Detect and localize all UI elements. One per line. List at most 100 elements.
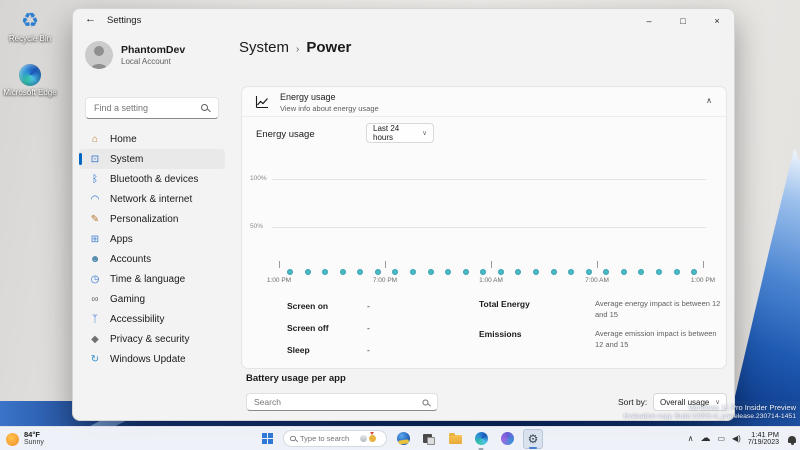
x-axis-tick [491, 261, 492, 268]
tray-date: 7/19/2023 [747, 439, 779, 447]
search-highlight-icon [360, 435, 367, 442]
watermark-line1: Windows 11 Pro Insider Preview [688, 403, 796, 412]
battery-search-input[interactable] [254, 394, 414, 410]
sidebar-item-label: Bluetooth & devices [110, 173, 199, 185]
stat-description: Average emission impact is between 12 an… [595, 329, 717, 349]
home-icon: ⌂ [91, 133, 99, 145]
start-button[interactable] [257, 429, 277, 449]
content-pane: System › Power Energy usage View info ab… [231, 33, 734, 420]
sidebar-item-privacy-security[interactable]: ◆ Privacy & security [79, 329, 225, 349]
sidebar-item-label: Accounts [110, 253, 152, 265]
chart-dot [427, 269, 434, 275]
taskbar-search-input[interactable] [300, 434, 358, 443]
onedrive-cloud-icon[interactable]: ☁ [700, 434, 710, 444]
stat-row: Screen off - [287, 323, 370, 345]
speaker-icon[interactable]: ◀) [732, 435, 741, 443]
chart-dot [673, 269, 680, 275]
stat-row: Sleep - [287, 345, 370, 367]
personalization-icon: ✎ [90, 213, 100, 225]
chart-dot [322, 269, 329, 275]
taskbar-app-preview[interactable] [393, 429, 413, 449]
x-axis-label: 7:00 AM [585, 277, 609, 284]
energy-chart: 100% 50% 1:00 PM 7:00 PM 1:00 AM 7:00 AM 1:0… [242, 157, 726, 297]
sidebar-item-label: Home [110, 133, 137, 145]
breadcrumb-system[interactable]: System [239, 39, 289, 56]
sidebar-item-system[interactable]: ⊡ System [79, 149, 225, 169]
weather-condition: Sunny [24, 439, 44, 447]
search-icon [201, 104, 208, 111]
watermark-line2: Evaluation copy. Build 22906.ni_prerelea… [623, 413, 796, 420]
clock[interactable]: 1:41 PM 7/19/2023 [748, 430, 779, 447]
energy-usage-icon [255, 96, 268, 109]
chart-dot [374, 269, 381, 275]
chart-dot [568, 269, 575, 275]
accessibility-icon: ᛉ [92, 313, 98, 325]
sidebar-item-personalization[interactable]: ✎ Personalization [79, 209, 225, 229]
tray-chevron-icon[interactable]: ∧ [688, 435, 694, 443]
x-axis-label: 7:00 PM [372, 277, 398, 284]
x-axis-tick [703, 261, 704, 268]
sidebar-item-apps[interactable]: ⊞ Apps [79, 229, 225, 249]
weather-temp: 84°F [24, 430, 40, 440]
file-explorer-button[interactable] [445, 429, 465, 449]
notification-bell-icon[interactable] [788, 435, 796, 445]
gridline-100 [272, 179, 706, 180]
chart-dot [480, 269, 487, 275]
sidebar-item-time-language[interactable]: ◷ Time & language [79, 269, 225, 289]
medal-icon [369, 432, 376, 442]
settings-search-input[interactable] [94, 98, 202, 118]
back-button[interactable]: ← [85, 13, 96, 25]
settings-search-box[interactable] [85, 97, 219, 119]
energy-stats-right: Total Energy Average energy impact is bet… [479, 299, 725, 359]
x-axis-label: 1:00 PM [690, 277, 716, 284]
breadcrumb-power: Power [306, 39, 352, 56]
sidebar-item-accounts[interactable]: ☻ Accounts [79, 249, 225, 269]
desktop-screen: ♻ Recycle Bin Microsoft Edge ← Settings … [0, 0, 800, 450]
maximize-button[interactable]: □ [666, 9, 700, 33]
desktop-icon-recycle-bin[interactable]: ♻ Recycle Bin [2, 8, 58, 43]
time-range-dropdown[interactable]: Last 24 hours ∨ [366, 123, 434, 143]
battery-search-box[interactable] [246, 393, 438, 411]
energy-usage-card: Energy usage View info about energy usag… [241, 86, 727, 369]
sidebar-item-label: Accessibility [110, 313, 165, 325]
sidebar-item-bluetooth-devices[interactable]: ᛒ Bluetooth & devices [79, 169, 225, 189]
settings-window: ← Settings – □ × PhantomDev Local Accoun… [72, 8, 735, 421]
sidebar-item-gaming[interactable]: ∞ Gaming [79, 289, 225, 309]
window-controls: – □ × [632, 9, 734, 33]
energy-card-header[interactable]: Energy usage View info about energy usag… [242, 87, 726, 117]
sidebar-item-accessibility[interactable]: ᛉ Accessibility [79, 309, 225, 329]
titlebar: ← Settings – □ × [73, 9, 734, 33]
stat-value: - [367, 323, 370, 333]
sidebar-nav: ⌂ Home ⊡ System ᛒ Bluetooth & devices ◠ Network… [73, 129, 231, 369]
desktop-icon-microsoft-edge[interactable]: Microsoft Edge [2, 62, 58, 97]
x-axis-tick [385, 261, 386, 268]
task-view-button[interactable] [419, 429, 439, 449]
copilot-button[interactable] [497, 429, 517, 449]
account-row[interactable]: PhantomDev Local Account [85, 41, 185, 69]
sidebar-item-windows-update[interactable]: ↻ Windows Update [79, 349, 225, 369]
windows-logo-icon [261, 433, 273, 444]
edge-button[interactable] [471, 429, 491, 450]
weather-widget[interactable]: 84°F Sunny [6, 427, 44, 450]
sidebar-item-label: System [110, 153, 144, 165]
chart-dot [339, 269, 346, 275]
sidebar-item-label: Windows Update [110, 353, 186, 365]
stat-row: Screen on - [287, 301, 370, 323]
stat-label: Screen off [287, 323, 329, 333]
x-axis-label: 1:00 PM [266, 277, 292, 284]
chart-dot [445, 269, 452, 275]
desktop-icon-label: Recycle Bin [8, 34, 52, 43]
sidebar-item-network-internet[interactable]: ◠ Network & internet [79, 189, 225, 209]
close-button[interactable]: × [700, 9, 734, 33]
display-icon[interactable]: ▭ [717, 435, 725, 443]
chevron-up-icon[interactable]: ∧ [706, 96, 712, 105]
sidebar-item-home[interactable]: ⌂ Home [79, 129, 225, 149]
chart-dot [304, 269, 311, 275]
settings-button[interactable]: ⚙ [523, 428, 543, 449]
system-icon: ⊡ [90, 153, 100, 165]
minimize-button[interactable]: – [632, 9, 666, 33]
edge-running-indicator [478, 447, 484, 450]
sidebar-item-label: Network & internet [110, 193, 193, 205]
taskbar-search[interactable] [283, 430, 387, 447]
privacy-security-icon: ◆ [91, 333, 99, 345]
